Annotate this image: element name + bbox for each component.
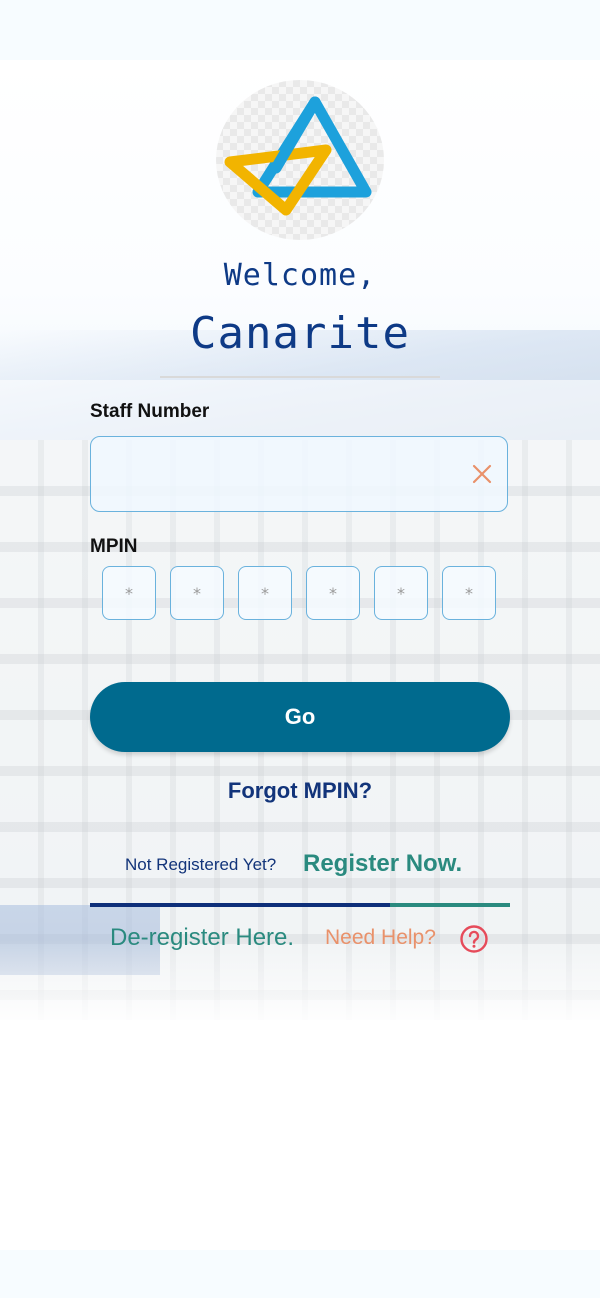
close-icon[interactable] xyxy=(471,463,493,485)
mpin-digit-5[interactable]: * xyxy=(374,566,428,620)
login-screen: Welcome, Canarite Staff Number MPIN * * … xyxy=(0,0,600,1298)
divider-bar-navy xyxy=(90,903,390,907)
user-name: Canarite xyxy=(190,308,410,359)
staff-number-input[interactable] xyxy=(105,451,459,499)
mpin-label: MPIN xyxy=(90,536,138,557)
register-now-link[interactable]: Register Now. xyxy=(303,850,462,878)
mpin-digit-1[interactable]: * xyxy=(102,566,156,620)
staff-number-field[interactable] xyxy=(90,436,508,512)
mpin-digit-6[interactable]: * xyxy=(442,566,496,620)
go-button[interactable]: Go xyxy=(90,682,510,752)
not-registered-text: Not Registered Yet? xyxy=(125,855,277,874)
deregister-link[interactable]: De-register Here. xyxy=(110,924,294,952)
staff-number-label: Staff Number xyxy=(90,401,210,422)
mpin-digit-2[interactable]: * xyxy=(170,566,224,620)
question-circle-icon[interactable] xyxy=(459,924,489,954)
mpin-digit-3[interactable]: * xyxy=(238,566,292,620)
mpin-digit-4[interactable]: * xyxy=(306,566,360,620)
need-help-link[interactable]: Need Help? xyxy=(325,926,436,950)
divider xyxy=(160,376,440,378)
bank-logo-icon xyxy=(216,80,384,240)
welcome-text: Welcome, xyxy=(223,258,377,293)
divider-bar-teal xyxy=(390,903,510,907)
forgot-mpin-link[interactable]: Forgot MPIN? xyxy=(0,778,600,804)
